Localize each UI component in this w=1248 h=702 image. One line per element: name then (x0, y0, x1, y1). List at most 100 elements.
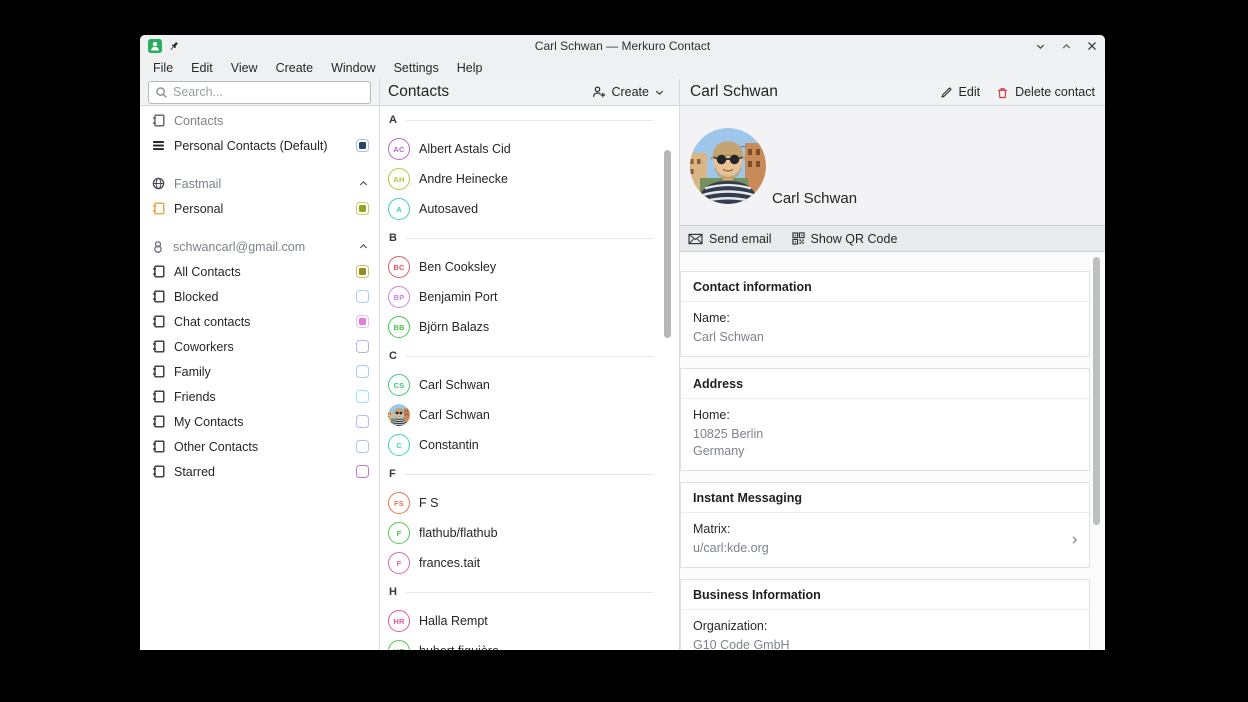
addressbook-checkbox[interactable] (356, 139, 369, 152)
addressbook-checkbox[interactable] (356, 415, 369, 428)
contact-name: Carl Schwan (419, 408, 490, 422)
contact-item-ben-cooksley[interactable]: BC Ben Cooksley (380, 252, 679, 282)
section-title: Business Information (681, 580, 1089, 610)
addressbook-checkbox[interactable] (356, 265, 369, 278)
sidebar-group-fastmail[interactable]: Fastmail (140, 171, 379, 196)
create-button[interactable]: Create (592, 85, 665, 99)
edit-button[interactable]: Edit (940, 85, 980, 99)
addressbook-label: Starred (174, 464, 215, 479)
field-label: Matrix: (693, 521, 731, 536)
address-book-icon (152, 415, 165, 428)
trash-icon (996, 86, 1009, 99)
maximize-button[interactable] (1061, 41, 1072, 52)
contact-item-flathub-flathub[interactable]: Fflathub/flathub (380, 518, 679, 548)
action-label: Show QR Code (810, 231, 898, 246)
contact-item-frances-tait[interactable]: Ffrances.tait (380, 548, 679, 578)
addressbook-checkbox[interactable] (356, 365, 369, 378)
merkuro-contact-window: Carl Schwan — Merkuro Contact File Edit Vi… (140, 35, 1105, 650)
close-icon (1087, 41, 1097, 51)
addressbook-list: Contacts Personal Contacts (Default) Fastm… (140, 106, 379, 484)
contact-item-hubert-figui-re[interactable]: HF hubert figuière (380, 636, 679, 650)
minimize-button[interactable] (1035, 41, 1046, 52)
sidebar-item-family[interactable]: Family (140, 359, 379, 384)
letter-separator: C (380, 342, 679, 370)
addressbook-label: Friends (174, 389, 216, 404)
sidebar-group-schwancarl-gmail-com[interactable]: schwancarl@gmail.com (140, 234, 379, 259)
contact-item-carl-schwan[interactable]: CS Carl Schwan (380, 370, 679, 400)
sidebar-item-personal-contacts-default[interactable]: Personal Contacts (Default) (140, 133, 379, 158)
sidebar-item-blocked[interactable]: Blocked (140, 284, 379, 309)
letter-label: C (389, 350, 397, 362)
contact-item-f-s[interactable]: FS F S (380, 488, 679, 518)
contact-item-autosaved[interactable]: A Autosaved (380, 194, 679, 224)
addressbook-label: All Contacts (174, 264, 241, 279)
contact-list-scrollbar[interactable] (664, 150, 671, 338)
contact-list-panel: Contacts Create A AC Albert Astals Cid AH An… (380, 79, 680, 650)
contact-detail-panel: Carl Schwan Edit Delete contact Carl Sch… (680, 79, 1105, 650)
contact-item-andre-heinecke[interactable]: AH Andre Heinecke (380, 164, 679, 194)
sidebar-item-starred[interactable]: Starred (140, 459, 379, 484)
contact-item-halla-rempt[interactable]: HR Halla Rempt (380, 606, 679, 636)
section-contact-information: Contact information Name: Carl Schwan (680, 271, 1090, 358)
contact-item-albert-astals-cid[interactable]: AC Albert Astals Cid (380, 134, 679, 164)
contact-name: Constantin (419, 438, 479, 452)
sidebar-item-my-contacts[interactable]: My Contacts (140, 409, 379, 434)
sidebar-item-other-contacts[interactable]: Other Contacts (140, 434, 379, 459)
letter-label: H (389, 586, 397, 598)
menu-view[interactable]: View (222, 59, 267, 77)
field-label: Home: (693, 408, 730, 423)
contact-item-constantin[interactable]: C Constantin (380, 430, 679, 460)
contact-initials-avatar: BC (388, 256, 410, 278)
sidebar-item-chat-contacts[interactable]: Chat contacts (140, 309, 379, 334)
sidebar-group-contacts[interactable]: Contacts (140, 108, 379, 133)
menu-window[interactable]: Window (322, 59, 384, 77)
address-book-icon (152, 365, 165, 378)
section-instant-messaging: Instant Messaging Matrix: u/carl:kde.org (680, 481, 1090, 568)
address-book-icon (152, 340, 165, 353)
contact-list-header: Contacts Create (380, 79, 679, 106)
addressbook-label: Personal Contacts (Default) (174, 138, 328, 153)
create-label: Create (611, 85, 649, 99)
contact-item-carl-schwan-photo[interactable]: Carl Schwan (380, 400, 679, 430)
search-icon (155, 86, 168, 99)
menu-help[interactable]: Help (448, 59, 492, 77)
delete-contact-button[interactable]: Delete contact (996, 85, 1095, 99)
chevron-up-icon[interactable] (358, 241, 369, 252)
chevron-down-icon (1035, 41, 1046, 52)
chevron-down-icon (654, 87, 665, 98)
addressbook-checkbox[interactable] (356, 315, 369, 328)
pin-icon[interactable] (169, 41, 180, 52)
addressbook-checkbox[interactable] (356, 465, 369, 478)
addressbook-checkbox[interactable] (356, 202, 369, 215)
chevron-up-icon[interactable] (358, 178, 369, 189)
contact-item-benjamin-port[interactable]: BP Benjamin Port (380, 282, 679, 312)
sidebar-item-coworkers[interactable]: Coworkers (140, 334, 379, 359)
mail-icon (688, 233, 703, 245)
contact-initials-avatar: CS (388, 374, 410, 396)
send-email-button[interactable]: Send email (688, 232, 772, 246)
contact-name: flathub/flathub (419, 526, 498, 540)
sidebar-item-personal[interactable]: Personal (140, 196, 379, 221)
contact-initials-avatar: HF (388, 640, 410, 650)
menu-file[interactable]: File (144, 59, 182, 77)
addressbook-checkbox[interactable] (356, 390, 369, 403)
titlebar[interactable]: Carl Schwan — Merkuro Contact (140, 35, 1105, 57)
sidebar-item-friends[interactable]: Friends (140, 384, 379, 409)
search-input[interactable] (173, 85, 364, 99)
close-button[interactable] (1087, 41, 1097, 52)
detail-row-home: Home: 10825 Berlin Germany (681, 399, 1089, 470)
addressbook-checkbox[interactable] (356, 340, 369, 353)
menu-settings[interactable]: Settings (385, 59, 448, 77)
detail-scrollbar[interactable] (1093, 257, 1100, 525)
addressbook-checkbox[interactable] (356, 440, 369, 453)
addressbook-checkbox[interactable] (356, 290, 369, 303)
show-qr-code-button[interactable]: Show QR Code (791, 231, 898, 246)
address-book-icon (152, 114, 165, 127)
menu-edit[interactable]: Edit (182, 59, 222, 77)
contact-item-bj-rn-balazs[interactable]: BB Björn Balazs (380, 312, 679, 342)
detail-row-matrix[interactable]: Matrix: u/carl:kde.org (681, 513, 1089, 567)
action-label: Send email (709, 231, 772, 246)
menu-create[interactable]: Create (267, 59, 323, 77)
sidebar-item-all-contacts[interactable]: All Contacts (140, 259, 379, 284)
search-box[interactable] (148, 80, 371, 104)
